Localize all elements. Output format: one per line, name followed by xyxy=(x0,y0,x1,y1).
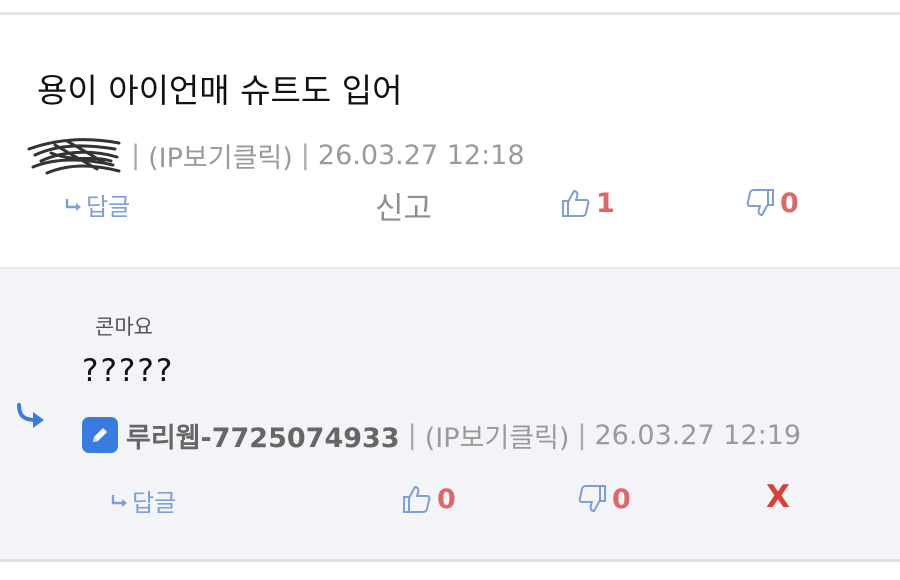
meta-separator: | xyxy=(300,139,310,171)
delete-button[interactable]: X xyxy=(766,479,790,515)
thumbs-down-icon xyxy=(578,485,606,512)
thumbs-up-icon xyxy=(403,486,431,513)
reply-label: 답글 xyxy=(132,489,177,517)
reply-label: 답글 xyxy=(86,193,131,221)
reply-button[interactable]: 답글 xyxy=(110,483,176,518)
reply-comment: 콘마요 ????? 루리웹-7725074933 | (IP보기클릭) | 26… xyxy=(0,267,900,561)
pencil-icon xyxy=(93,428,107,442)
comment: 용이 아이언매 슈트도 입어 | (IP보기클릭) | 26.03.27 12:… xyxy=(0,15,900,267)
comment-meta: | (IP보기클릭) | 26.03.27 12:18 xyxy=(27,136,525,175)
reply-arrow-icon xyxy=(111,494,127,507)
meta-separator: | xyxy=(407,419,417,451)
meta-separator: | xyxy=(577,419,587,451)
redacted-scribble xyxy=(27,138,121,175)
reply-actions: 답글 0 0 X xyxy=(0,479,900,521)
dislike-count: 0 xyxy=(780,187,799,219)
dislike-count: 0 xyxy=(612,483,631,515)
bottom-divider xyxy=(0,559,900,562)
meta-separator: | xyxy=(131,139,141,171)
like-button[interactable]: 0 xyxy=(401,483,456,515)
reply-meta: 루리웹-7725074933 | (IP보기클릭) | 26.03.27 12:… xyxy=(82,415,801,455)
report-button[interactable]: 신고 xyxy=(375,183,432,228)
thumbs-down-icon xyxy=(746,189,774,216)
author-badge xyxy=(82,417,118,453)
dislike-button[interactable]: 0 xyxy=(576,483,631,515)
dislike-button[interactable]: 0 xyxy=(744,187,799,219)
comment-actions: 답글 신고 1 0 xyxy=(0,183,900,228)
parent-author-name: 콘마요 xyxy=(95,315,153,339)
like-button[interactable]: 1 xyxy=(560,187,615,219)
thumbs-up-icon xyxy=(562,190,590,217)
reply-arrow-icon xyxy=(65,198,81,211)
comment-text: 용이 아이언매 슈트도 입어 xyxy=(37,71,403,110)
reply-indent-icon xyxy=(17,403,44,428)
like-count: 0 xyxy=(437,483,456,515)
ip-view-link[interactable]: (IP보기클릭) xyxy=(148,136,293,175)
reply-button[interactable]: 답글 xyxy=(64,187,130,222)
like-count: 1 xyxy=(596,187,615,219)
timestamp: 26.03.27 12:18 xyxy=(317,139,525,171)
timestamp: 26.03.27 12:19 xyxy=(594,419,802,451)
ip-view-link[interactable]: (IP보기클릭) xyxy=(425,416,570,455)
reply-text: ????? xyxy=(82,353,175,389)
reply-author-name[interactable]: 루리웹-7725074933 xyxy=(126,416,400,455)
